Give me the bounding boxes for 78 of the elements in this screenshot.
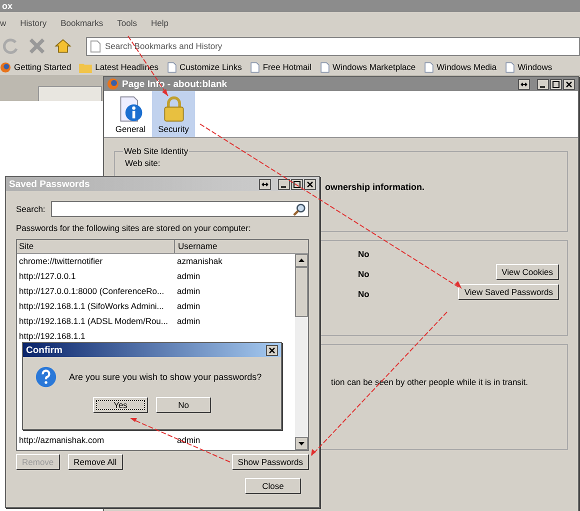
dialog-button[interactable]: No bbox=[156, 397, 211, 413]
column-header[interactable]: Site bbox=[17, 240, 175, 253]
page-icon bbox=[90, 40, 101, 52]
maximize-icon[interactable] bbox=[291, 178, 303, 190]
site-cell[interactable]: http://192.168.1.1 (SifoWorks Admini... bbox=[17, 299, 174, 314]
resize-icon[interactable] bbox=[518, 78, 530, 90]
scroll-thumb[interactable] bbox=[295, 267, 308, 317]
question-icon bbox=[35, 366, 57, 388]
page-icon bbox=[424, 62, 434, 72]
search-field[interactable]: Search Bookmarks and History bbox=[105, 39, 579, 53]
scroll-down-icon[interactable] bbox=[295, 437, 308, 450]
window-title: Saved Passwords bbox=[9, 178, 90, 190]
resize-icon[interactable] bbox=[259, 178, 271, 190]
window-title: Page Info - about:blank bbox=[122, 78, 228, 90]
bookmark-item[interactable]: Windows Media bbox=[424, 62, 497, 72]
page-icon bbox=[320, 62, 330, 72]
address-bar[interactable]: Search Bookmarks and History bbox=[86, 36, 580, 56]
menu-item[interactable]: History bbox=[20, 18, 47, 28]
tab[interactable]: Security bbox=[152, 91, 195, 137]
minimize-icon[interactable] bbox=[278, 178, 290, 190]
column-header[interactable]: Username bbox=[175, 240, 218, 253]
page-icon bbox=[504, 62, 515, 72]
username-cell[interactable]: admin bbox=[174, 284, 200, 299]
privacy-value: No bbox=[358, 289, 370, 299]
globe-icon bbox=[107, 78, 119, 90]
dialog-button[interactable]: Yes bbox=[93, 397, 148, 413]
ownership-text: ownership information. bbox=[325, 182, 426, 192]
privacy-value: No bbox=[358, 249, 370, 259]
search-label: Search: bbox=[16, 204, 46, 214]
page-icon bbox=[250, 62, 260, 72]
bookmark-item[interactable]: Free Hotmail bbox=[250, 62, 312, 72]
view-button[interactable]: View Cookies bbox=[496, 264, 559, 280]
search-field[interactable] bbox=[51, 201, 309, 217]
tab[interactable]: General bbox=[109, 91, 152, 137]
scrollbar[interactable] bbox=[295, 254, 308, 450]
site-cell[interactable]: http://127.0.0.1:8000 (ConferenceRo... bbox=[17, 284, 174, 299]
maximize-icon[interactable] bbox=[550, 78, 562, 90]
search-icon bbox=[293, 203, 306, 216]
intro-text: Passwords for the following sites are stored on your computer: bbox=[16, 223, 252, 233]
window-title: ox bbox=[2, 1, 13, 11]
folder-icon bbox=[79, 62, 92, 72]
confirm-message: Are you sure you wish to show your passwords? bbox=[69, 372, 262, 382]
menu-item[interactable]: Tools bbox=[117, 18, 137, 28]
bookmark-item[interactable]: Getting Started bbox=[0, 62, 72, 72]
bookmark-item[interactable]: Windows Marketplace bbox=[320, 62, 416, 72]
privacy-value: No bbox=[358, 269, 370, 279]
close-button[interactable]: Close bbox=[245, 478, 301, 494]
username-cell[interactable]: azmanishak bbox=[174, 254, 222, 269]
username-cell[interactable]: admin bbox=[174, 269, 200, 284]
view-button[interactable]: View Saved Passwords bbox=[458, 284, 559, 300]
close-icon[interactable] bbox=[266, 344, 278, 356]
field-label: Web site: bbox=[124, 158, 162, 168]
menu-item[interactable]: Bookmarks bbox=[60, 18, 104, 28]
globe-icon bbox=[0, 62, 11, 72]
site-cell[interactable]: http://192.168.1.1 (ADSL Modem/Rou... bbox=[17, 314, 174, 329]
show-passwords-button[interactable]: Show Passwords bbox=[232, 454, 309, 470]
site-cell[interactable]: http://azmanishak.com bbox=[17, 433, 174, 448]
close-icon[interactable] bbox=[304, 178, 316, 190]
menu-item[interactable]: Help bbox=[150, 18, 168, 28]
minimize-icon[interactable] bbox=[537, 78, 549, 90]
username-cell[interactable]: admin bbox=[174, 433, 200, 448]
bookmark-item[interactable]: Windows bbox=[504, 62, 552, 72]
menu-item[interactable]: w bbox=[0, 18, 6, 28]
username-cell[interactable]: admin bbox=[174, 314, 200, 329]
page-icon bbox=[166, 62, 176, 72]
bookmark-item[interactable]: Customize Links bbox=[166, 62, 242, 72]
site-cell[interactable]: http://192.168.1.1 bbox=[17, 329, 174, 344]
scroll-up-icon[interactable] bbox=[295, 254, 308, 267]
group-legend: Web Site Identity bbox=[123, 146, 190, 156]
bookmark-item[interactable]: Latest Headlines bbox=[79, 62, 158, 72]
home-icon[interactable] bbox=[54, 37, 72, 55]
close-icon[interactable] bbox=[563, 78, 575, 90]
site-cell[interactable]: chrome://twitternotifier bbox=[17, 254, 174, 269]
technical-text: tion can be seen by other people while it is in transit. bbox=[331, 377, 530, 387]
window-title: Confirm bbox=[26, 344, 62, 356]
username-cell[interactable]: admin bbox=[174, 299, 200, 314]
site-cell[interactable]: http://127.0.0.1 bbox=[17, 269, 174, 284]
remove-button[interactable]: Remove All bbox=[68, 454, 123, 470]
